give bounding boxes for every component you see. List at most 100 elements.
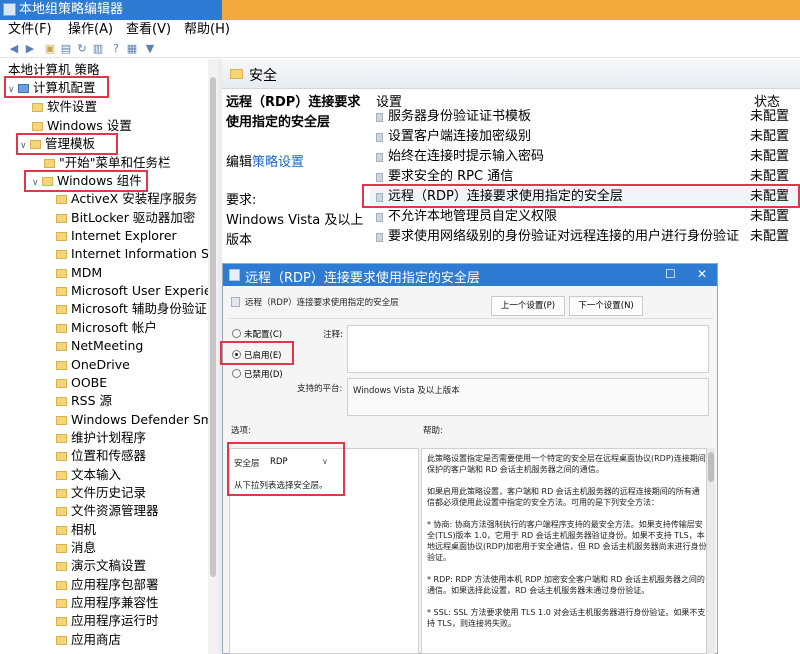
tree-item-defender-smartscreen[interactable]: Windows Defender SmartScreen [56,411,218,429]
tree-item-activex[interactable]: ActiveX 安装程序服务 [56,190,197,208]
back-icon[interactable]: ◀ [8,43,20,55]
tree-item-text-input[interactable]: 文本输入 [56,466,121,484]
folder-up-icon[interactable]: ▣ [44,43,56,55]
setting-row[interactable]: 始终在连接时提示输入密码 未配置 [370,147,800,167]
radio-circle[interactable] [232,369,241,378]
radio-circle[interactable] [232,329,241,338]
tree-item-app-compat[interactable]: 应用程序兼容性 [56,594,159,612]
tree-item-app-package[interactable]: 应用程序包部署 [56,576,159,594]
setting-state: 未配置 [750,209,790,224]
edit-prefix: 编辑 [226,155,253,170]
help-scrollbar[interactable] [707,448,715,654]
tree-item-onedrive[interactable]: OneDrive [56,356,130,374]
export-list-icon[interactable]: ▥ [92,43,104,55]
tree-item-oobe[interactable]: OOBE [56,374,107,392]
dialog-subtitle: 远程（RDP）连接要求使用指定的安全层 [231,296,399,308]
comment-textarea[interactable] [347,325,709,373]
help-label: 帮助: [423,426,443,436]
tree-item-ms-account[interactable]: Microsoft 帐户 [56,319,157,337]
setting-name: 要求使用网络级别的身份验证对远程连接的用户进行身份验证 [388,229,740,244]
tree-item-store[interactable]: 应用商店 [56,631,121,649]
close-icon[interactable]: ✕ [697,266,707,282]
tree-item-label: "开始"菜单和任务栏 [59,155,171,170]
help-paragraph: * RDP: RDP 方法使用本机 RDP 加密安全客户端和 RD 会话主机服务… [427,575,705,595]
help-paragraph: * SSL: SSL 方法要求使用 TLS 1.0 对会话主机服务器进行身份验证… [427,608,706,628]
settings-list: 设置 状态 服务器身份验证证书模板 未配置 设置客户端连接加密级别 未配置 始终在连… [370,89,800,259]
help-icon[interactable]: ? [110,43,122,55]
tree-item-iis[interactable]: Internet Information Services [56,245,218,263]
tree-item-app-runtime[interactable]: 应用程序运行时 [56,612,159,630]
maximize-icon[interactable]: ☐ [665,266,676,282]
menu-file[interactable]: 文件(F) [8,21,52,39]
tree-item-location[interactable]: 位置和传感器 [56,447,146,465]
folder-icon [56,507,67,516]
tree-item-file-history[interactable]: 文件历史记录 [56,484,146,502]
tree-item-label: 应用商店 [71,632,122,647]
tree-item-ie[interactable]: Internet Explorer [56,227,177,245]
highlight-security-layer [227,442,345,496]
folder-icon [56,471,67,480]
folder-icon [56,562,67,571]
help-scrollbar-thumb[interactable] [708,452,714,482]
highlight-enabled [220,341,294,365]
tree-item-label: Windows 设置 [47,118,132,133]
help-paragraph: 如果启用此策略设置，客户端和 RD 会话主机服务器的远程连接期间的所有通信都必须… [427,487,700,507]
tree-item-mdm[interactable]: MDM [56,264,102,282]
filter-icon[interactable]: ▼ [144,43,156,55]
tree-item-presentation[interactable]: 演示文稿设置 [56,557,146,575]
tree-item-software-settings[interactable]: 软件设置 [32,98,97,116]
comment-label: 注释: [323,330,343,340]
tree-item-maintenance[interactable]: 维护计划程序 [56,429,146,447]
edit-policy-link[interactable]: 策略设置 [252,155,304,170]
folder-icon [56,195,67,204]
tree-item-bitlocker[interactable]: BitLocker 驱动器加密 [56,209,195,227]
policy-icon [376,213,383,222]
tree-scrollbar-thumb[interactable] [210,77,216,577]
show-hide-tree-icon[interactable]: ▤ [60,43,72,55]
requirement-label: 要求: [226,193,257,208]
folder-icon [56,305,67,314]
tree-item-label: 软件设置 [47,99,98,114]
tree-item-ms-user-exp[interactable]: Microsoft User Experience [56,282,218,300]
policy-title: 远程（RDP）连接要求使用指定的安全层 [226,95,361,130]
tree-item-file-explorer[interactable]: 文件资源管理器 [56,502,159,520]
radio-not-configured[interactable]: 未配置(C) [232,328,282,340]
help-pane: 此策略设置指定是否需要使用一个特定的安全层在远程桌面协议(RDP)连接期间保护的… [421,448,707,654]
dialog-subtitle-text: 远程（RDP）连接要求使用指定的安全层 [245,298,399,308]
separator [229,318,713,319]
folder-icon [56,636,67,645]
forward-icon[interactable]: ▶ [24,43,36,55]
menu-view[interactable]: 查看(V) [126,21,171,39]
folder-icon [56,416,67,425]
tree-item-ms-secondary-auth[interactable]: Microsoft 辅助身份验证 [56,300,207,318]
tree-item-label: RSS 源 [71,393,113,408]
folder-icon [56,544,67,553]
folder-icon [32,103,43,112]
tree-item-label: Internet Information Services [71,246,218,261]
tree-item-camera[interactable]: 相机 [56,521,96,539]
menu-help[interactable]: 帮助(H) [184,21,230,39]
prev-setting-button[interactable]: 上一个设置(P) [491,296,565,316]
tree-item-label: 应用程序兼容性 [71,595,159,610]
setting-row[interactable]: 服务器身份验证证书模板 未配置 [370,107,800,127]
tree-scrollbar[interactable] [208,59,218,654]
refresh-icon[interactable]: ↻ [76,43,88,55]
platform-label: 支持的平台: [297,384,343,394]
policy-icon [376,133,383,142]
next-setting-button[interactable]: 下一个设置(N) [569,296,643,316]
radio-disabled[interactable]: 已禁用(D) [232,368,283,380]
setting-row[interactable]: 要求使用网络级别的身份验证对远程连接的用户进行身份验证 未配置 [370,227,800,247]
section-header: 安全 [222,59,800,89]
tree-item-netmeeting[interactable]: NetMeeting [56,337,143,355]
folder-icon [230,69,243,79]
properties-icon[interactable]: ▦ [126,43,138,55]
folder-icon [56,599,67,608]
tree-item-label: OOBE [71,375,108,390]
tree-item-rss[interactable]: RSS 源 [56,392,112,410]
menu-action[interactable]: 操作(A) [68,21,113,39]
policy-icon [376,173,383,182]
tree-item-messaging[interactable]: 消息 [56,539,96,557]
setting-row[interactable]: 设置客户端连接加密级别 未配置 [370,127,800,147]
setting-name: 设置客户端连接加密级别 [388,129,532,144]
setting-row[interactable]: 不允许本地管理员自定义权限 未配置 [370,207,800,227]
